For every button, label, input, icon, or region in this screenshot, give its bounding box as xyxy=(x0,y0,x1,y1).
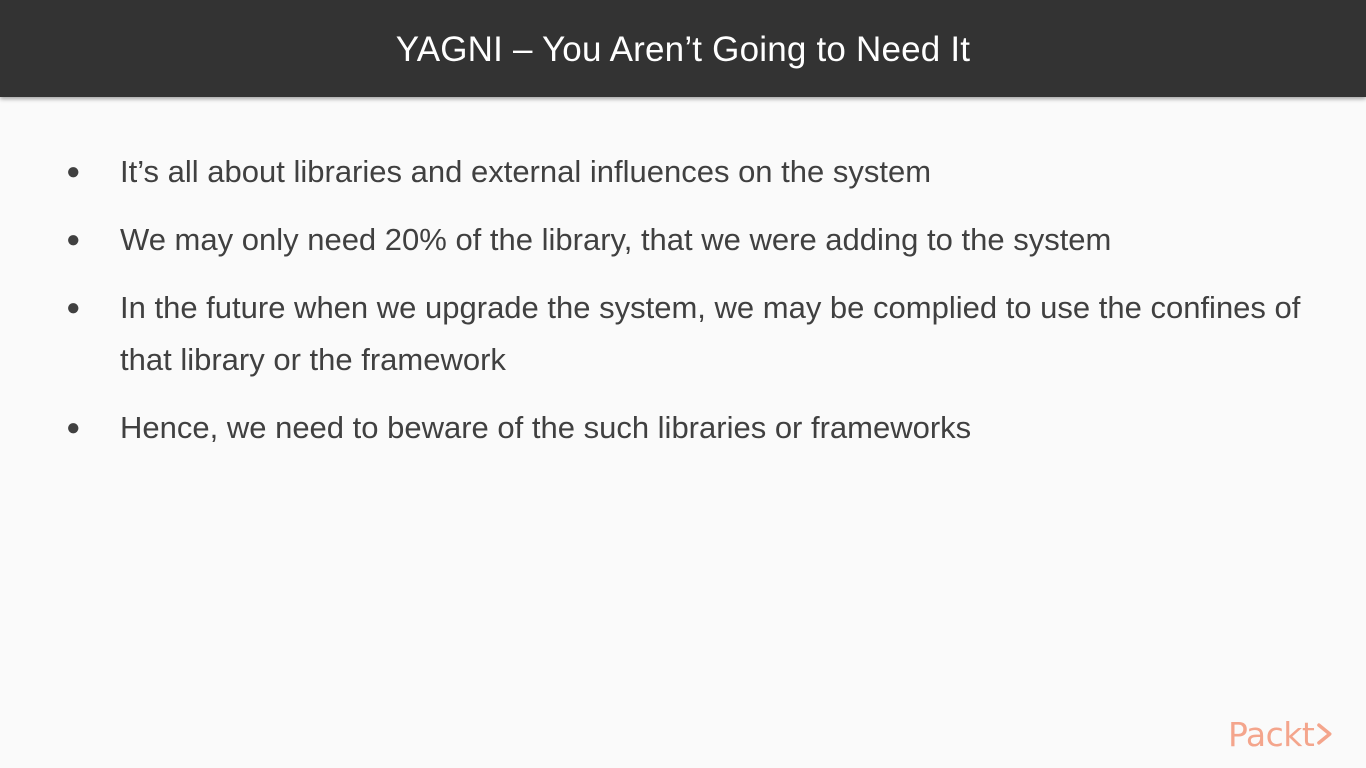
bullet-icon: ● xyxy=(66,414,81,441)
bullet-item: ● In the future when we upgrade the syst… xyxy=(66,282,1306,386)
bullet-icon: ● xyxy=(66,158,81,185)
bullet-item: ● We may only need 20% of the library, t… xyxy=(66,214,1306,266)
bullet-text: It’s all about libraries and external in… xyxy=(120,154,932,189)
chevron-right-icon xyxy=(1317,723,1332,745)
slide: YAGNI – You Aren’t Going to Need It ● It… xyxy=(0,0,1366,768)
bullet-icon: ● xyxy=(66,226,81,253)
bullet-list: ● It’s all about libraries and external … xyxy=(66,146,1306,470)
slide-title: YAGNI – You Aren’t Going to Need It xyxy=(395,29,971,69)
bullet-icon: ● xyxy=(66,294,81,321)
bullet-item: ● It’s all about libraries and external … xyxy=(66,146,1306,198)
bullet-text: In the future when we upgrade the system… xyxy=(120,290,1301,377)
bullet-text: Hence, we need to beware of the such lib… xyxy=(120,410,972,445)
bullet-item: ● Hence, we need to beware of the such l… xyxy=(66,402,1306,454)
packt-logo: Packt xyxy=(1228,713,1338,755)
packt-logo-text: Packt xyxy=(1228,714,1315,754)
bullet-text: We may only need 20% of the library, tha… xyxy=(120,222,1112,257)
title-bar: YAGNI – You Aren’t Going to Need It xyxy=(0,0,1366,97)
